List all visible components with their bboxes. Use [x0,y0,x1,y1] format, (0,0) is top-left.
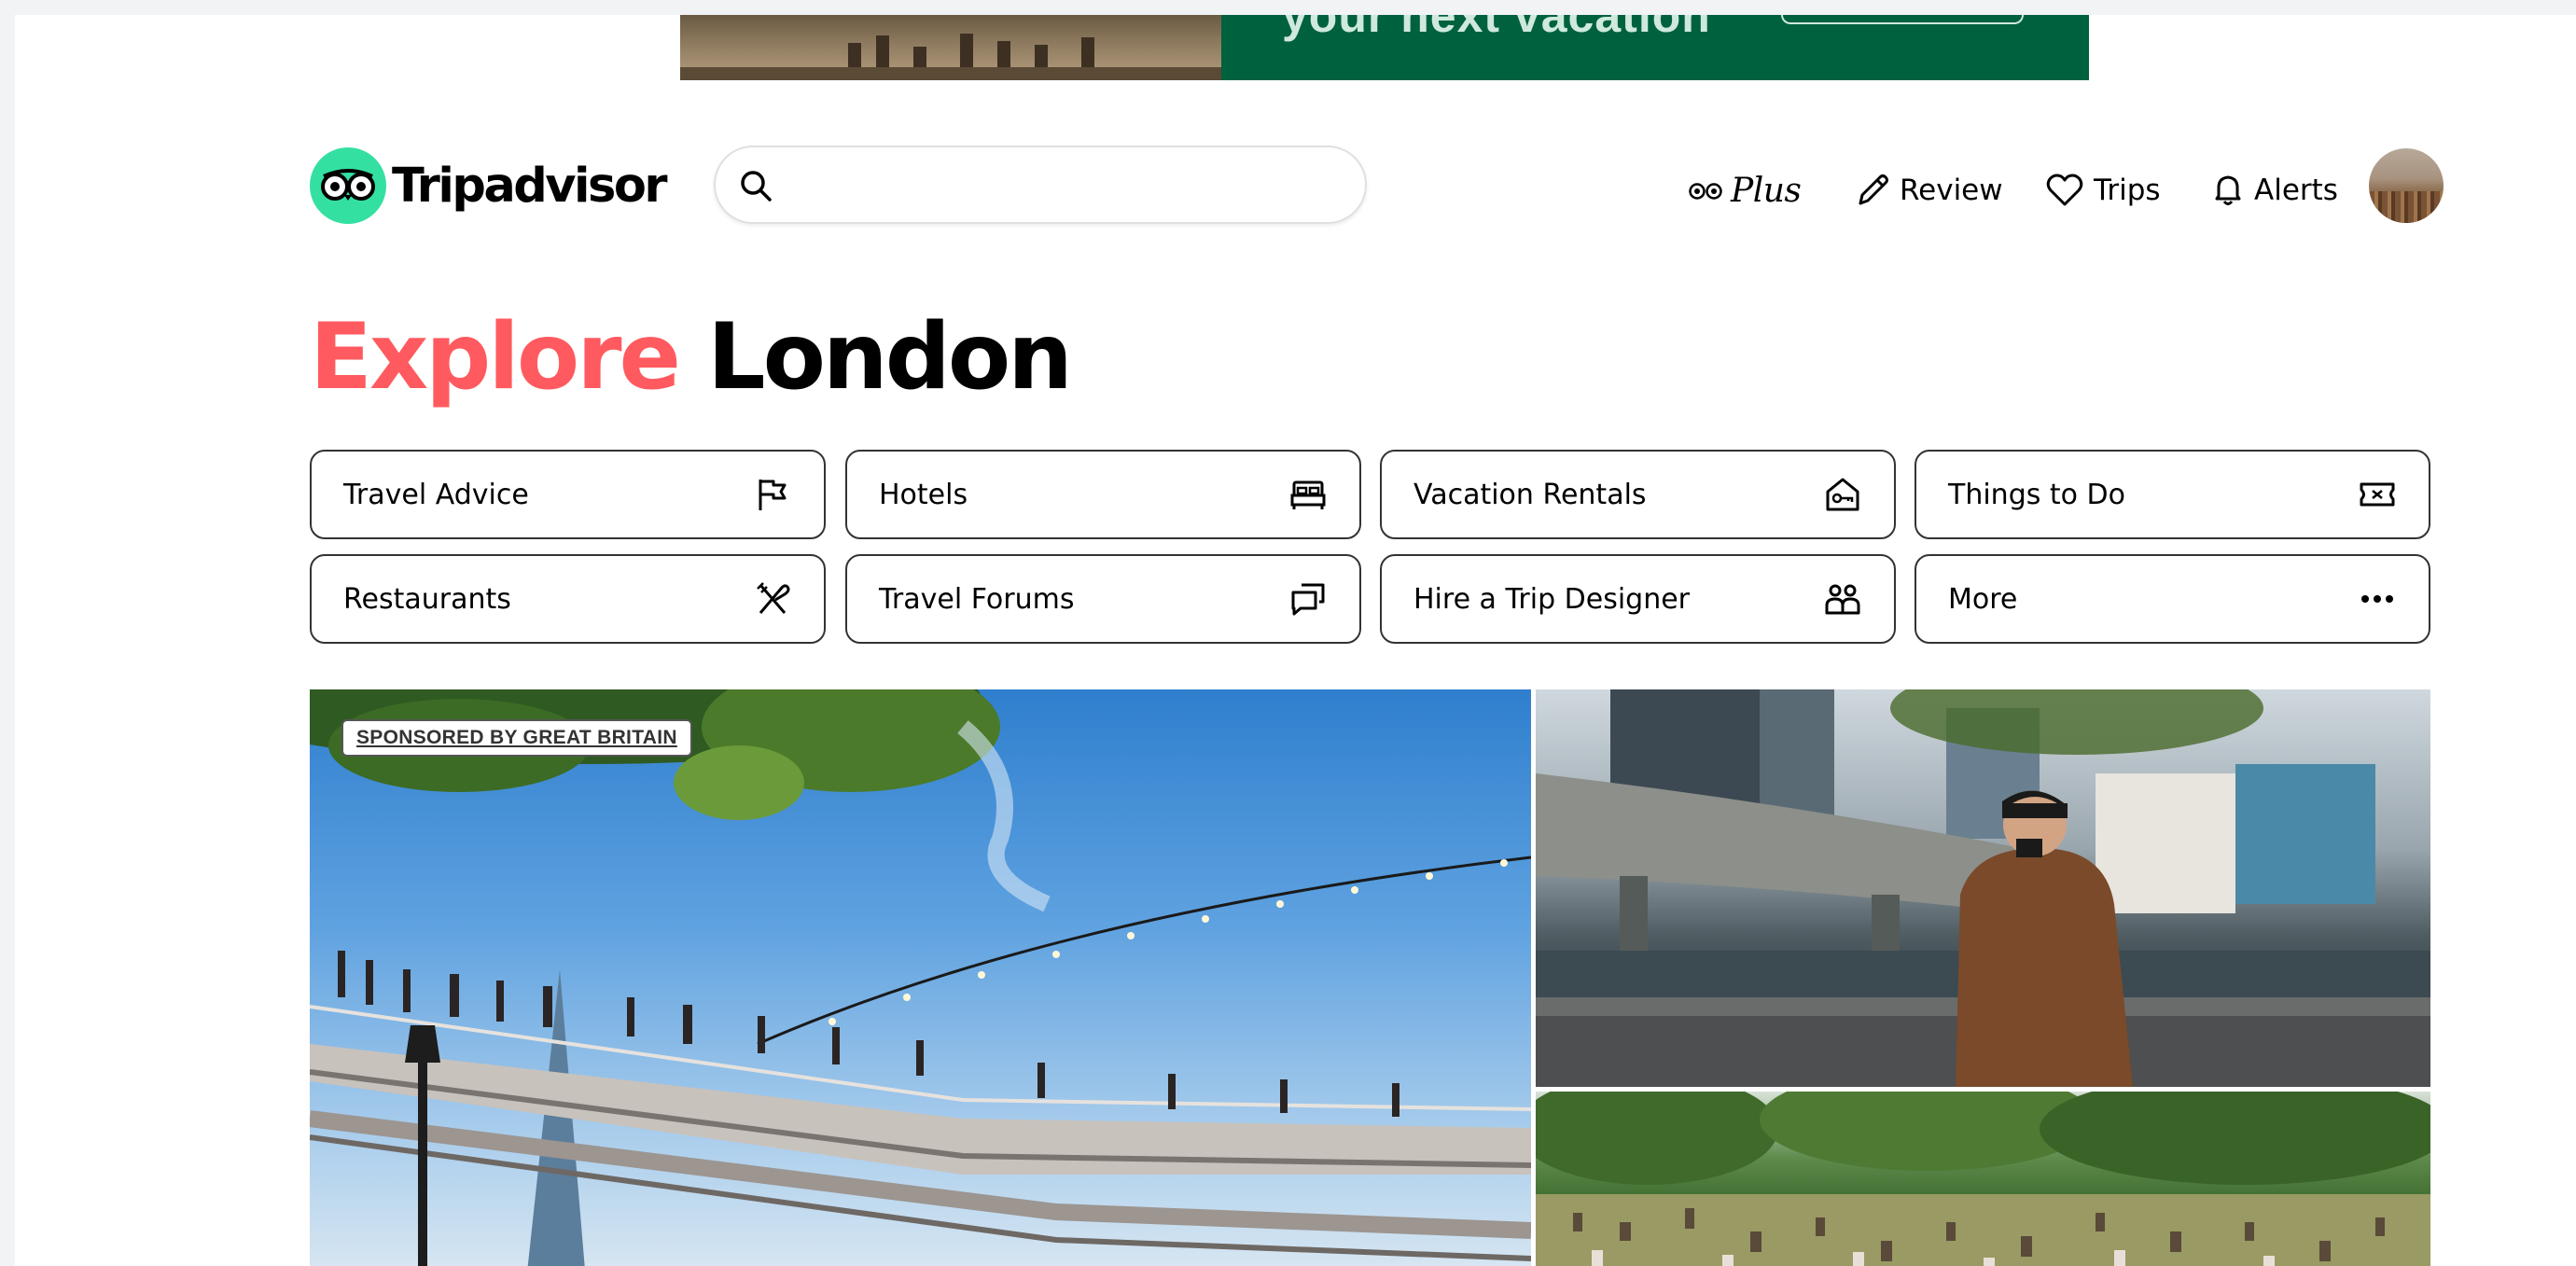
photo-london-bridge-photographer[interactable] [1536,689,2430,1087]
category-label: Hire a Trip Designer [1413,582,1691,616]
photo-london-park[interactable] [1536,1092,2430,1266]
category-more[interactable]: More [1915,554,2430,644]
page-title: Explore London [310,312,1073,403]
category-things-to-do[interactable]: Things to Do [1915,450,2430,539]
house-key-icon [1826,478,1859,511]
user-avatar[interactable] [2369,148,2444,223]
pencil-icon [1859,174,1888,205]
ad-text: your next vacation [1282,15,1711,42]
flag-icon [759,480,787,510]
category-travel-forums[interactable]: Travel Forums [845,554,1361,644]
sponsored-badge[interactable]: SPONSORED BY GREAT BRITAIN [341,719,692,757]
fork-knife-icon [757,582,790,614]
people-icon [1825,584,1860,615]
category-label: Vacation Rentals [1413,478,1647,511]
nav-review-label: Review [1900,174,2003,207]
bed-icon [1290,480,1326,509]
ticket-icon [2360,482,2395,507]
category-restaurants[interactable]: Restaurants [310,554,826,644]
nav-plus[interactable]: Plus [1688,171,1802,210]
heart-icon [2046,174,2083,206]
category-label: More [1948,582,2018,616]
category-travel-advice[interactable]: Travel Advice [310,450,826,539]
nav-trips[interactable]: Trips [2045,172,2161,209]
title-accent: Explore [310,304,681,410]
tripadvisor-logo[interactable]: Tripadvisor [310,147,668,224]
search-icon [741,171,772,202]
bridge-photo-illustration [1536,689,2430,1087]
bell-icon [2215,175,2241,205]
bridge-illustration [310,689,1531,1266]
category-label: Restaurants [343,582,511,616]
category-hotels[interactable]: Hotels [845,450,1361,539]
page-frame: your next vacation Tripadvisor Plus Revi… [15,15,2576,1266]
category-label: Things to Do [1948,478,2126,511]
category-label: Travel Advice [343,478,529,511]
category-label: Hotels [879,478,968,511]
nav-review[interactable]: Review [1855,172,2003,209]
ellipsis-icon [2361,595,2393,603]
category-vacation-rentals[interactable]: Vacation Rentals [1380,450,1896,539]
ad-green-panel: your next vacation [1221,15,2089,80]
ad-cta-button[interactable] [1781,15,2024,24]
nav-plus-label: Plus [1731,171,1802,210]
category-label: Travel Forums [879,582,1075,616]
hero-photo-millennium-bridge[interactable]: SPONSORED BY GREAT BRITAIN [310,689,1531,1266]
chat-bubbles-icon [1291,583,1325,616]
ad-banner[interactable]: your next vacation [680,15,2089,80]
nav-alerts[interactable]: Alerts [2211,172,2338,209]
owl-logo-icon [310,147,386,224]
nav-trips-label: Trips [2094,174,2161,207]
search-input[interactable] [790,157,1341,213]
category-hire-trip-designer[interactable]: Hire a Trip Designer [1380,554,1896,644]
search-box[interactable] [714,146,1367,224]
ad-photo [680,15,1221,80]
title-city: London [678,304,1073,410]
owl-eyes-icon [1689,183,1722,200]
park-photo-illustration [1536,1092,2430,1266]
logo-text: Tripadvisor [392,158,668,214]
nav-alerts-label: Alerts [2254,174,2338,207]
